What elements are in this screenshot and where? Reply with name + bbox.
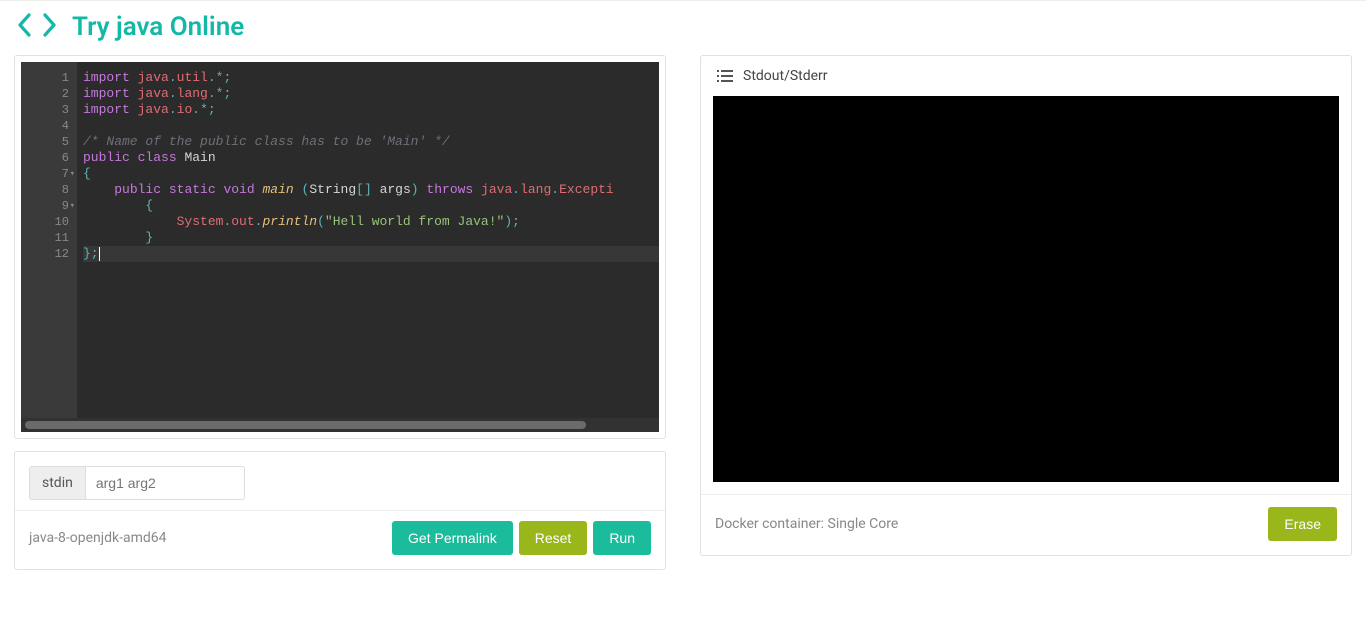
jdk-version-label: java-8-openjdk-amd64 — [29, 530, 386, 546]
page-header: Try java Online — [0, 1, 1366, 55]
output-header-label: Stdout/Stderr — [743, 68, 828, 84]
page-title: Try java Online — [72, 12, 244, 42]
code-editor[interactable]: 1234567▾89▾101112 import java.util.*;imp… — [21, 62, 659, 432]
editor-hscrollbar-thumb[interactable] — [25, 421, 586, 429]
run-button[interactable]: Run — [593, 521, 651, 555]
controls-panel: stdin java-8-openjdk-amd64 Get Permalink… — [14, 451, 666, 570]
output-area[interactable] — [713, 96, 1339, 482]
editor-gutter: 1234567▾89▾101112 — [21, 62, 77, 418]
reset-button[interactable]: Reset — [519, 521, 588, 555]
list-icon — [717, 69, 733, 83]
get-permalink-button[interactable]: Get Permalink — [392, 521, 513, 555]
output-panel: Stdout/Stderr Docker container: Single C… — [700, 55, 1352, 556]
editor-panel: 1234567▾89▾101112 import java.util.*;imp… — [14, 55, 666, 439]
editor-hscrollbar[interactable] — [21, 418, 659, 432]
stdin-input[interactable] — [85, 466, 245, 500]
stdin-label: stdin — [29, 466, 85, 500]
editor-code-area[interactable]: import java.util.*;import java.lang.*;im… — [77, 62, 659, 418]
code-brackets-icon — [16, 9, 58, 45]
erase-button[interactable]: Erase — [1268, 507, 1337, 541]
docker-label: Docker container: Single Core — [715, 516, 1262, 532]
output-header: Stdout/Stderr — [701, 56, 1351, 96]
